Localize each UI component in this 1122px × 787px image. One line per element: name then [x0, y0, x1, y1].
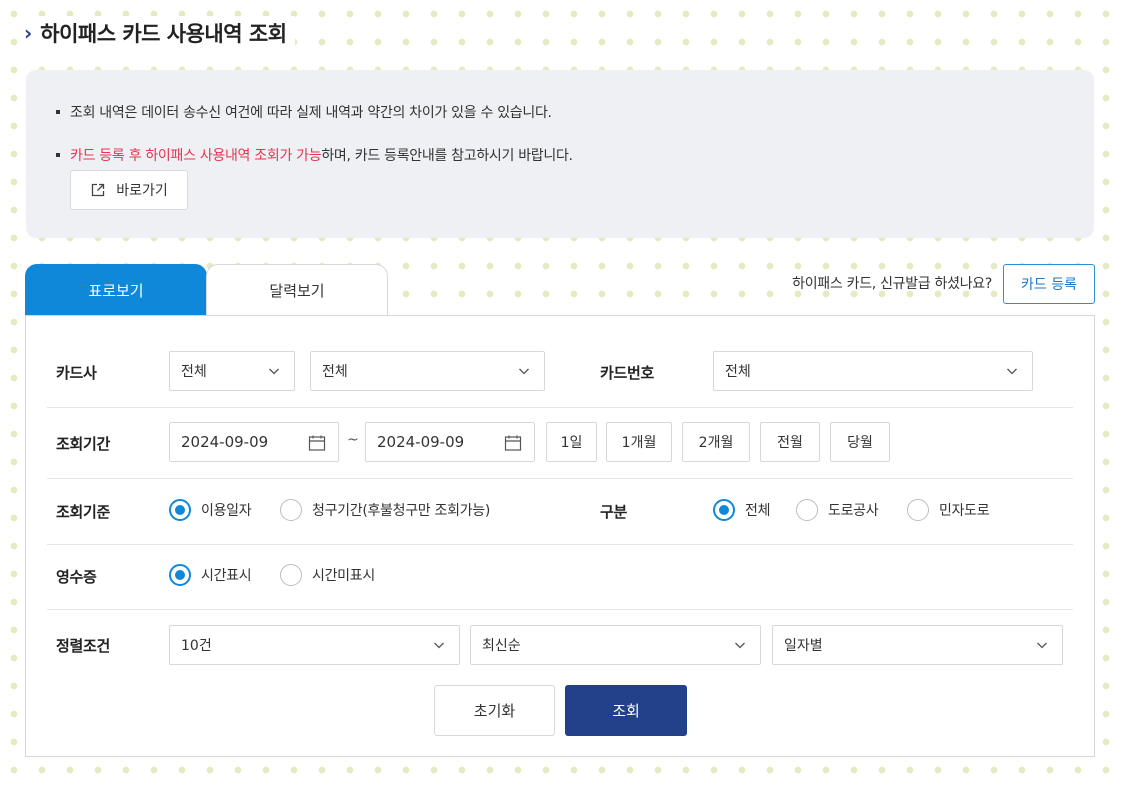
card-number-select[interactable]: 전체: [713, 351, 1033, 391]
radio-label: 시간표시: [201, 568, 252, 584]
receipt-label: 영수증: [56, 568, 97, 586]
go-shortcut-label: 바로가기: [116, 183, 168, 199]
chevron-down-icon: [1037, 642, 1047, 649]
radio-unchecked-icon: [280, 499, 302, 521]
notice-line-2: 카드 등록 후 하이패스 사용내역 조회가 가능 하며, 카드 등록안내를 참고…: [56, 145, 573, 165]
row-divider: [47, 544, 1073, 545]
tab-label: 표로보기: [88, 281, 144, 300]
date-value: 2024-09-09: [377, 433, 465, 451]
period-this-month-button[interactable]: 당월: [830, 422, 890, 462]
period-1month-button[interactable]: 1개월: [606, 422, 672, 462]
card-company-label: 카드사: [56, 364, 97, 382]
chevron-down-icon: [519, 368, 529, 375]
select-value: 일자별: [784, 638, 823, 654]
period-last-month-button[interactable]: 전월: [760, 422, 820, 462]
tab-label: 달력보기: [269, 282, 325, 300]
radio-category-expressway[interactable]: 도로공사: [796, 499, 879, 521]
sort-count-select[interactable]: 10건: [169, 625, 460, 665]
select-value: 전체: [322, 364, 348, 380]
reset-button[interactable]: 초기화: [434, 685, 555, 736]
card-company-select[interactable]: 전체: [169, 351, 295, 391]
date-separator: ~: [347, 432, 359, 448]
bullet-icon: [56, 153, 60, 157]
chevron-down-icon: [269, 368, 279, 375]
sort-order-select[interactable]: 최신순: [470, 625, 761, 665]
basis-label: 조회기준: [56, 503, 111, 521]
calendar-icon[interactable]: [504, 434, 522, 452]
radio-category-private-road[interactable]: 민자도로: [907, 499, 990, 521]
period-2month-button[interactable]: 2개월: [682, 422, 750, 462]
row-divider: [47, 407, 1073, 408]
radio-label: 도로공사: [828, 503, 879, 519]
card-type-select[interactable]: 전체: [310, 351, 545, 391]
card-number-label: 카드번호: [600, 364, 655, 382]
new-card-question: 하이패스 카드, 신규발급 하셨나요?: [792, 276, 992, 292]
radio-unchecked-icon: [280, 564, 302, 586]
category-label: 구분: [600, 503, 628, 521]
end-date-input[interactable]: 2024-09-09: [365, 422, 535, 462]
notice-box: 조회 내역은 데이터 송수신 여건에 따라 실제 내역과 약간의 차이가 있을 …: [26, 70, 1094, 238]
radio-label: 시간미표시: [312, 568, 375, 584]
select-value: 10건: [181, 638, 212, 654]
radio-basis-billing-period[interactable]: 청구기간(후불청구만 조회가능): [280, 499, 490, 521]
radio-unchecked-icon: [796, 499, 818, 521]
chevron-down-icon: [434, 642, 444, 649]
radio-label: 민자도로: [939, 503, 990, 519]
tab-table-view[interactable]: 표로보기: [25, 264, 207, 316]
page-title-area: › 하이패스 카드 사용내역 조회: [24, 16, 295, 50]
select-value: 최신순: [482, 638, 521, 654]
select-value: 전체: [181, 364, 207, 380]
calendar-icon[interactable]: [308, 434, 326, 452]
sort-label: 정렬조건: [56, 637, 111, 655]
notice-line-1: 조회 내역은 데이터 송수신 여건에 따라 실제 내역과 약간의 차이가 있을 …: [56, 102, 552, 122]
radio-checked-icon: [169, 564, 191, 586]
radio-label: 이용일자: [201, 503, 252, 519]
radio-basis-usage-date[interactable]: 이용일자: [169, 499, 252, 521]
radio-receipt-show-time[interactable]: 시간표시: [169, 564, 252, 586]
chevron-down-icon: [735, 642, 745, 649]
search-button[interactable]: 조회: [565, 685, 687, 736]
notice-text-2: 하며, 카드 등록안내를 참고하시기 바랍니다.: [321, 148, 573, 164]
sort-group-select[interactable]: 일자별: [772, 625, 1063, 665]
go-shortcut-button[interactable]: 바로가기: [70, 170, 188, 210]
chevron-down-icon: [1007, 368, 1017, 375]
radio-checked-icon: [169, 499, 191, 521]
period-label: 조회기간: [56, 435, 111, 453]
period-1day-button[interactable]: 1일: [546, 422, 597, 462]
row-divider: [47, 609, 1073, 610]
row-divider: [47, 478, 1073, 479]
radio-label: 전체: [745, 503, 771, 519]
page-title: 하이패스 카드 사용내역 조회: [40, 22, 287, 46]
radio-checked-icon: [713, 499, 735, 521]
card-register-button[interactable]: 카드 등록: [1003, 264, 1095, 304]
tab-calendar-view[interactable]: 달력보기: [206, 264, 388, 316]
date-value: 2024-09-09: [181, 433, 269, 451]
notice-text-1: 조회 내역은 데이터 송수신 여건에 따라 실제 내역과 약간의 차이가 있을 …: [70, 105, 552, 121]
chevron-right-icon: ›: [24, 21, 33, 45]
select-value: 전체: [725, 364, 751, 380]
radio-receipt-hide-time[interactable]: 시간미표시: [280, 564, 375, 586]
external-link-icon: [92, 183, 105, 197]
bullet-icon: [56, 110, 60, 114]
radio-label: 청구기간(후불청구만 조회가능): [312, 503, 491, 519]
search-panel: 카드사 전체 전체 카드번호 전체 조회기간 2024-09-09 ~ 2024…: [25, 315, 1095, 757]
notice-highlight: 카드 등록 후 하이패스 사용내역 조회가 가능: [70, 148, 322, 164]
start-date-input[interactable]: 2024-09-09: [169, 422, 339, 462]
radio-category-all[interactable]: 전체: [713, 499, 770, 521]
radio-unchecked-icon: [907, 499, 929, 521]
